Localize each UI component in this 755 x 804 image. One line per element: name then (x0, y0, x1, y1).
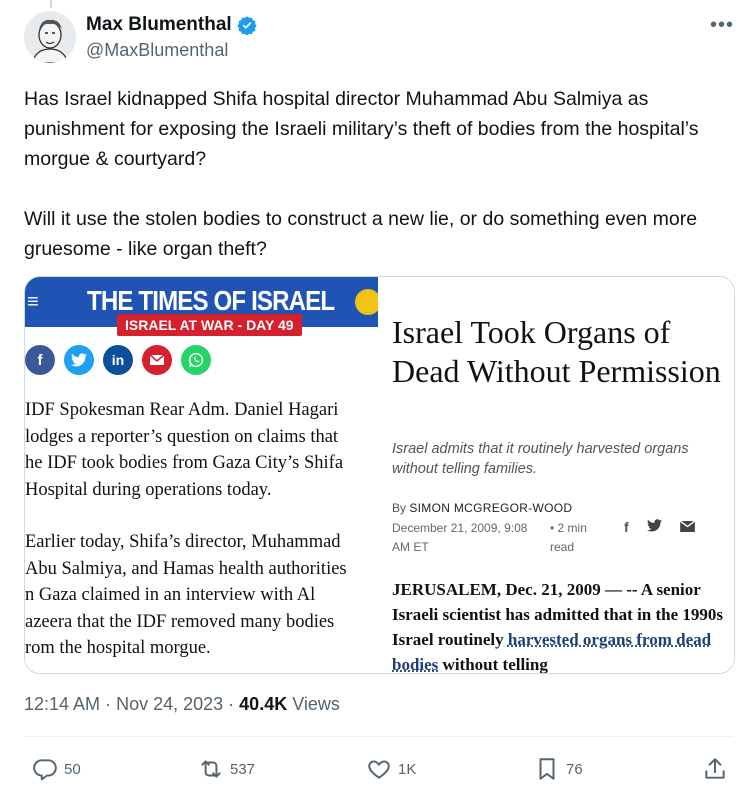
article-subhead: Israel admits that it routinely harveste… (392, 441, 689, 477)
abc-news-screenshot: Israel Took Organs of Dead Without Permi… (378, 277, 734, 673)
more-options-icon[interactable]: ••• (710, 14, 734, 37)
reply-icon (33, 759, 57, 781)
article-body: JERUSALEM, Dec. 21, 2009 — -- A senior I… (392, 580, 724, 674)
twitter-icon (64, 345, 94, 375)
bookmark-count: 76 (566, 760, 583, 778)
bookmark-icon (539, 758, 555, 780)
email-icon (142, 345, 172, 375)
article-headline: Israel Took Organs of Dead Without Permi… (392, 314, 721, 389)
media-image[interactable]: ≡ THE TIMES OF ISRAEL ISRAEL AT WAR - DA… (24, 276, 735, 674)
heart-icon (368, 760, 390, 779)
share-button[interactable] (702, 756, 728, 782)
twitter-icon (646, 519, 662, 535)
share-icon (705, 758, 725, 779)
like-count: 1K (398, 760, 417, 778)
tweet: Max Blumenthal @MaxBlumenthal ••• Has Is… (24, 0, 735, 804)
reply-button[interactable]: 50 (32, 756, 81, 782)
tweet-text: Has Israel kidnapped Shifa hospital dire… (24, 84, 729, 264)
repost-button[interactable]: 537 (198, 756, 255, 782)
menu-icon: ≡ (27, 291, 39, 313)
article-date: December 21, 2009, 9:08 AM ET (392, 521, 528, 554)
portrait-sketch-icon (24, 11, 76, 63)
email-icon (679, 519, 695, 535)
linkedin-icon: in (103, 345, 133, 375)
facebook-icon: f (25, 345, 55, 375)
verified-badge-icon (237, 16, 257, 35)
avatar[interactable] (24, 11, 76, 63)
share-icons: f (624, 519, 695, 535)
war-badge: ISRAEL AT WAR - DAY 49 (117, 314, 302, 336)
repost-count: 537 (230, 760, 256, 778)
tweet-date[interactable]: Nov 24, 2023 (116, 694, 223, 714)
facebook-icon: f (624, 519, 629, 535)
author-name[interactable]: Max Blumenthal (86, 14, 232, 36)
author-name-row[interactable]: Max Blumenthal (86, 14, 257, 36)
thread-line (50, 0, 52, 8)
action-bar: 50 537 1K 76 (32, 756, 732, 786)
divider (24, 736, 733, 737)
byline-author: SIMON MCGREGOR-WOOD (409, 501, 573, 515)
tweet-paragraph: Will it use the stolen bodies to constru… (24, 208, 698, 260)
views-label: Views (292, 694, 340, 714)
article-text: IDF Spokesman Rear Adm. Daniel Hagari lo… (25, 397, 378, 662)
reply-count: 50 (64, 760, 81, 778)
read-time: • 2 min read (550, 521, 587, 554)
tweet-meta: 12:14 AM · Nov 24, 2023 · 40.4K Views (24, 694, 340, 714)
article-paragraph: IDF Spokesman Rear Adm. Daniel Hagari lo… (25, 400, 344, 500)
author-handle[interactable]: @MaxBlumenthal (86, 40, 228, 61)
tweet-time[interactable]: 12:14 AM (24, 694, 100, 714)
times-of-israel-screenshot: ≡ THE TIMES OF ISRAEL ISRAEL AT WAR - DA… (25, 277, 381, 673)
article-paragraph: Earlier today, Shifa’s director, Muhamma… (25, 532, 347, 658)
repost-icon (201, 760, 221, 778)
masthead-title: THE TIMES OF ISRAEL (87, 285, 335, 316)
tweet-paragraph: Has Israel kidnapped Shifa hospital dire… (24, 88, 699, 170)
share-icons: f in (25, 345, 211, 375)
byline: By SIMON MCGREGOR-WOOD (392, 501, 573, 515)
whatsapp-icon (181, 345, 211, 375)
like-button[interactable]: 1K (366, 756, 416, 782)
views-count: 40.4K (239, 694, 288, 714)
bookmark-button[interactable]: 76 (534, 756, 583, 782)
